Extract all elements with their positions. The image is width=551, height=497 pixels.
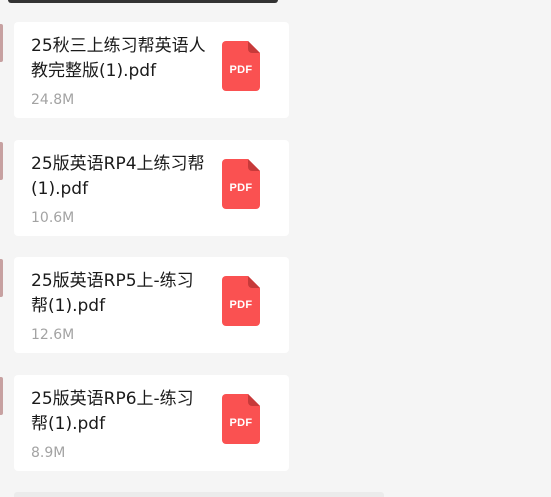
avatar[interactable]	[0, 377, 3, 415]
chat-message-area: 25秋三上练习帮英语人教完整版(1).pdf 24.8M PDF 25版英语RP…	[0, 0, 551, 497]
avatar[interactable]	[0, 24, 3, 62]
file-size: 24.8M	[31, 92, 75, 108]
file-name: 25秋三上练习帮英语人教完整版(1).pdf	[31, 36, 206, 81]
file-message-card[interactable]: 25版英语RP5上-练习帮(1).pdf 12.6M PDF	[14, 257, 289, 353]
avatar[interactable]	[0, 259, 3, 297]
pdf-icon-label: PDF	[229, 417, 253, 429]
pdf-icon-label: PDF	[229, 64, 253, 76]
previous-message-edge	[8, 0, 278, 3]
pdf-file-icon: PDF	[222, 276, 260, 326]
pdf-file-icon: PDF	[222, 159, 260, 209]
avatar[interactable]	[0, 142, 3, 180]
file-message-card[interactable]: 25版英语RP6上-练习帮(1).pdf 8.9M PDF	[14, 375, 289, 471]
file-name: 25版英语RP4上练习帮(1).pdf	[31, 154, 205, 199]
next-message-edge	[14, 492, 384, 497]
file-size: 12.6M	[31, 327, 75, 343]
pdf-icon-label: PDF	[229, 299, 253, 311]
file-message-card[interactable]: 25秋三上练习帮英语人教完整版(1).pdf 24.8M PDF	[14, 22, 289, 118]
pdf-icon-label: PDF	[229, 182, 253, 194]
file-name: 25版英语RP6上-练习帮(1).pdf	[31, 389, 194, 434]
pdf-file-icon: PDF	[222, 394, 260, 444]
file-message-card[interactable]: 25版英语RP4上练习帮(1).pdf 10.6M PDF	[14, 140, 289, 236]
file-size: 8.9M	[31, 445, 66, 461]
file-name: 25版英语RP5上-练习帮(1).pdf	[31, 271, 194, 316]
pdf-file-icon: PDF	[222, 41, 260, 91]
file-size: 10.6M	[31, 210, 75, 226]
